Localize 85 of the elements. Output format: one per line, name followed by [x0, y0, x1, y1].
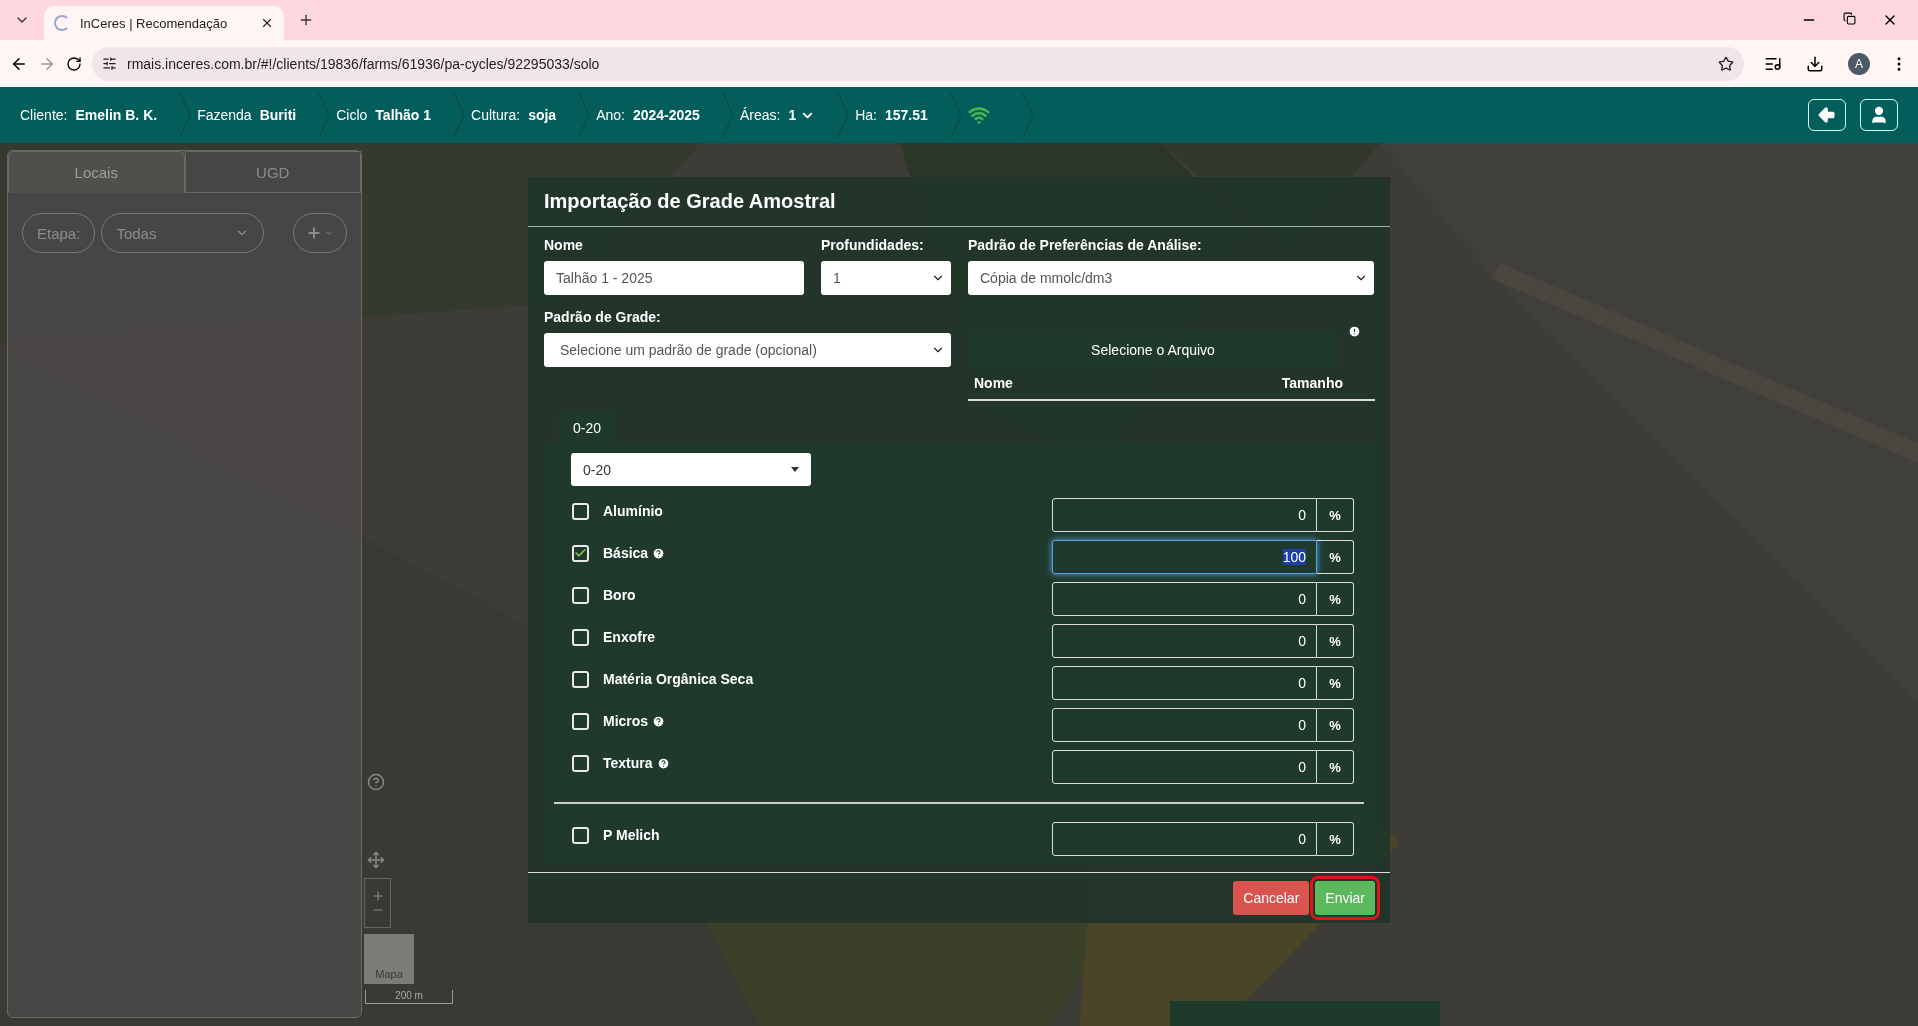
field-label: Padrão de Grade: [544, 309, 662, 325]
areas-dropdown[interactable]: 1 [788, 107, 816, 123]
browser-tab[interactable]: InCeres | Recomendação [44, 6, 284, 40]
checkbox[interactable] [572, 586, 589, 604]
crumb-label: Cultura: [471, 107, 521, 123]
star-icon[interactable] [1718, 55, 1734, 72]
field-label: Profundidades: [821, 237, 925, 253]
crumb-label: Áreas: [739, 107, 781, 123]
crumb-value: Talhão 1 [375, 107, 432, 123]
select-file-button[interactable]: Selecione o Arquivo [968, 333, 1338, 367]
crumb-value: Emelin B. K. [75, 107, 158, 123]
unit-label: % [1317, 750, 1354, 784]
unit-label: % [1317, 624, 1354, 658]
scale-bar: 200 m [365, 990, 453, 1004]
unit-label: % [1317, 822, 1354, 856]
percent-field[interactable]: 0 [1052, 498, 1317, 532]
dialog-title: Importação de Grade Amostral [528, 177, 1390, 227]
user-button[interactable] [1860, 99, 1898, 131]
pan-icon[interactable] [367, 851, 385, 869]
close-icon[interactable] [260, 16, 274, 30]
preferences-select[interactable]: Cópia de mmolc/dm3 [968, 261, 1374, 295]
address-bar[interactable]: rmais.inceres.com.br/#!/clients/19836/farms/61936/pa-cycles/92295033/solo [92, 46, 1744, 81]
depths-select[interactable]: 1 [821, 261, 951, 295]
unit-label: % [1317, 708, 1354, 742]
analysis-label: Enxofre [603, 629, 656, 645]
column-header: Nome [974, 375, 1013, 391]
back-button[interactable] [1808, 99, 1846, 131]
checkbox[interactable] [572, 670, 589, 688]
crumb-label: Cliente: [20, 107, 68, 123]
crumb-label: Fazenda [197, 107, 252, 123]
analysis-label: Boro [603, 587, 636, 603]
cancel-button[interactable]: Cancelar [1233, 881, 1310, 915]
percent-field[interactable]: 100 [1052, 540, 1317, 574]
crumb-value: soja [528, 107, 557, 123]
help-icon[interactable] [652, 546, 666, 560]
crumb-label: Ciclo [336, 107, 368, 123]
checkbox[interactable] [572, 712, 589, 730]
unit-label: % [1317, 540, 1354, 574]
checkbox[interactable] [572, 754, 589, 772]
crumb-value: 2024-2025 [632, 107, 700, 123]
percent-field[interactable]: 0 [1052, 750, 1317, 784]
grid-select[interactable]: Selecione um padrão de grade (opcional) [544, 333, 951, 367]
analysis-label: P Melich [603, 827, 660, 843]
checkbox[interactable] [572, 544, 589, 562]
loading-icon [54, 15, 70, 31]
percent-field[interactable]: 0 [1052, 708, 1317, 742]
unit-label: % [1317, 582, 1354, 616]
name-field[interactable]: Talhão 1 - 2025 [544, 261, 804, 295]
info-icon[interactable] [1348, 325, 1361, 338]
analysis-label: Micros [603, 713, 649, 729]
arrow-left-icon [1817, 105, 1837, 125]
field-label: Padrão de Preferências de Análise: [968, 237, 1203, 253]
help-icon[interactable] [652, 714, 666, 728]
checkbox[interactable] [572, 502, 589, 520]
checkbox[interactable] [572, 826, 589, 844]
download-icon[interactable] [1806, 54, 1824, 73]
analysis-label: Básica [603, 545, 649, 561]
percent-field[interactable]: 0 [1052, 624, 1317, 658]
restore-icon[interactable] [1843, 12, 1856, 25]
percent-field[interactable]: 0 [1052, 822, 1317, 856]
crumb-value: 157.51 [884, 107, 928, 123]
wifi-icon [967, 104, 990, 126]
unit-label: % [1317, 666, 1354, 700]
site-settings-icon[interactable] [102, 56, 117, 71]
url-text: rmais.inceres.com.br/#!/clients/19836/farms/61936/pa-cycles/92295033/solo [127, 55, 600, 72]
field-label: Nome [544, 237, 584, 253]
user-icon [1869, 105, 1889, 125]
percent-field[interactable]: 0 [1052, 582, 1317, 616]
crumb-value: Buriti [259, 107, 297, 123]
help-icon[interactable] [656, 756, 670, 770]
profile-avatar[interactable]: A [1848, 52, 1870, 75]
analysis-label: Alumínio [603, 503, 663, 519]
column-header: Tamanho [1281, 375, 1343, 391]
analysis-label: Textura [603, 755, 653, 771]
crumb-label: Ano: [596, 107, 625, 123]
tab-title: InCeres | Recomendação [80, 15, 228, 31]
reload-icon[interactable] [66, 55, 82, 72]
checkbox[interactable] [572, 628, 589, 646]
caret-icon [791, 467, 799, 472]
unit-label: % [1317, 498, 1354, 532]
depth-select[interactable]: 0-20 [571, 453, 811, 486]
depth-tab[interactable]: 0-20 [559, 411, 616, 445]
analysis-label: Matéria Orgânica Seca [603, 671, 754, 687]
percent-field[interactable]: 0 [1052, 666, 1317, 700]
crumb-label: Ha: [855, 107, 877, 123]
